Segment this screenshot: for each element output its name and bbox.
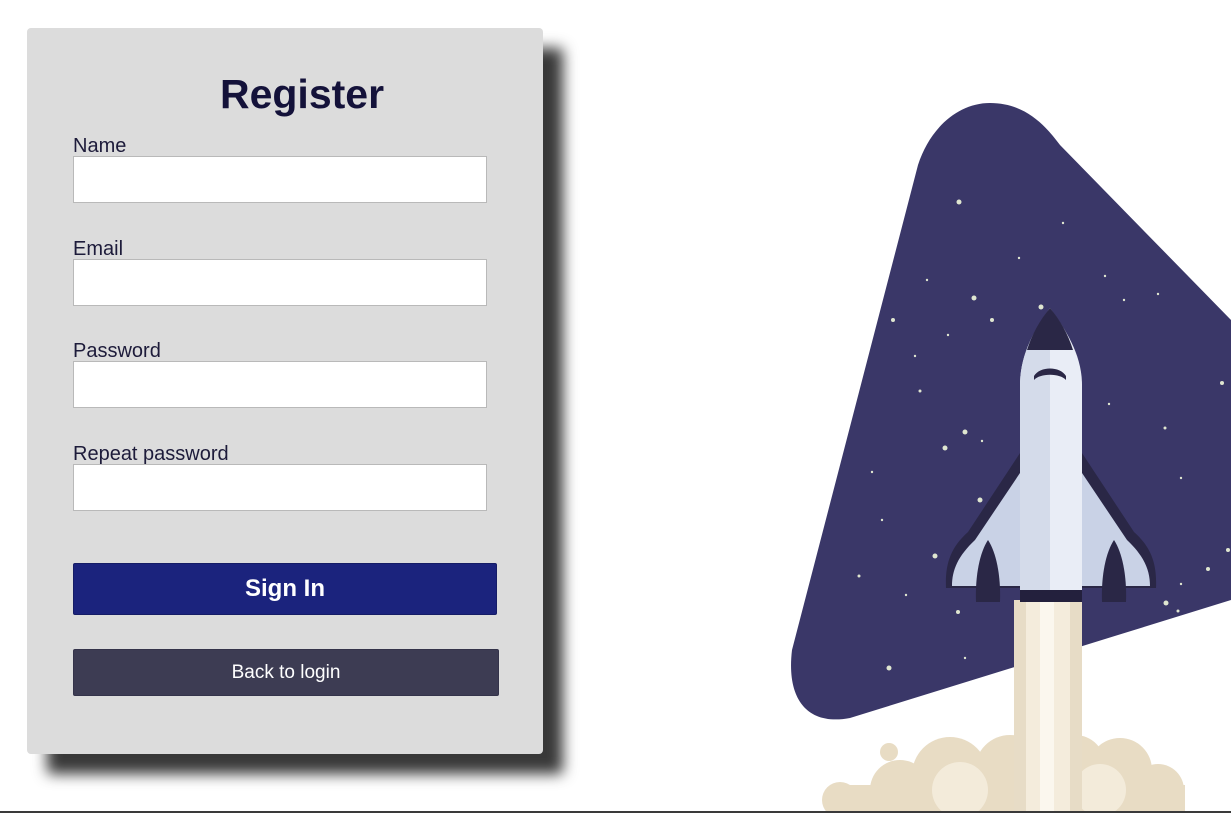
register-page: Register Name Email Password Repeat pass… bbox=[0, 0, 1231, 814]
email-label: Email bbox=[73, 238, 124, 260]
password-label: Password bbox=[73, 340, 161, 362]
sign-in-button[interactable]: Sign In bbox=[73, 563, 497, 615]
night-sky-shape bbox=[791, 103, 1231, 720]
page-title: Register bbox=[219, 71, 385, 117]
exhaust-smoke bbox=[822, 735, 1185, 812]
bottom-divider bbox=[0, 811, 1231, 813]
name-label: Name bbox=[73, 135, 127, 157]
repeat-password-field[interactable] bbox=[73, 464, 487, 511]
email-field[interactable] bbox=[73, 259, 487, 306]
register-card: Register Name Email Password Repeat pass… bbox=[27, 28, 543, 754]
repeat-password-label: Repeat password bbox=[73, 443, 229, 465]
password-field[interactable] bbox=[73, 361, 487, 408]
back-to-login-button[interactable]: Back to login bbox=[73, 649, 499, 696]
name-field[interactable] bbox=[73, 156, 487, 203]
rocket-launch-icon bbox=[791, 103, 1231, 812]
